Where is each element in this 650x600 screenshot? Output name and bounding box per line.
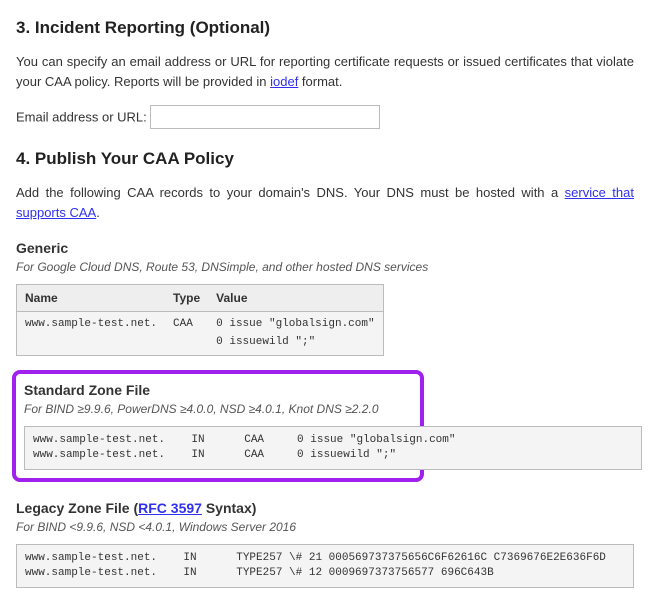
standard-subtitle: For BIND ≥9.9.6, PowerDNS ≥4.0.0, NSD ≥4… — [24, 402, 412, 416]
generic-title: Generic — [16, 240, 634, 256]
generic-col-type: Type — [165, 285, 208, 312]
legacy-title-b: Syntax) — [202, 500, 256, 516]
generic-table: Name Type Value www.sample-test.net. CAA… — [16, 284, 384, 356]
section4-heading: 4. Publish Your CAA Policy — [16, 149, 634, 169]
section3-body: You can specify an email address or URL … — [16, 52, 634, 91]
standard-highlight: Standard Zone File For BIND ≥9.9.6, Powe… — [12, 370, 424, 482]
generic-subtitle: For Google Cloud DNS, Route 53, DNSimple… — [16, 260, 634, 274]
section4-body-a: Add the following CAA records to your do… — [16, 185, 565, 200]
iodef-input[interactable] — [150, 105, 380, 129]
generic-value-line1: 0 issue "globalsign.com" — [216, 318, 374, 330]
rfc-3597-link[interactable]: RFC 3597 — [138, 500, 202, 516]
section3-body-b: format. — [298, 74, 342, 89]
iodef-field-label: Email address or URL: — [16, 110, 147, 125]
iodef-field-row: Email address or URL: — [16, 105, 634, 129]
generic-cell-type: CAA — [165, 312, 208, 356]
legacy-zone-text: www.sample-test.net. IN TYPE257 \# 21 00… — [16, 544, 634, 588]
legacy-title-a: Legacy Zone File ( — [16, 500, 138, 516]
standard-title: Standard Zone File — [24, 382, 412, 398]
section4-body-b: . — [96, 205, 100, 220]
generic-col-name: Name — [17, 285, 166, 312]
legacy-title: Legacy Zone File (RFC 3597 Syntax) — [16, 500, 634, 516]
section3-heading: 3. Incident Reporting (Optional) — [16, 18, 634, 38]
generic-cell-value: 0 issue "globalsign.com" 0 issuewild ";" — [208, 312, 383, 356]
generic-col-value: Value — [208, 285, 383, 312]
generic-header-row: Name Type Value — [17, 285, 384, 312]
generic-data-row: www.sample-test.net. CAA 0 issue "global… — [17, 312, 384, 356]
standard-zone-text: www.sample-test.net. IN CAA 0 issue "glo… — [24, 426, 642, 470]
legacy-subtitle: For BIND <9.9.6, NSD <4.0.1, Windows Ser… — [16, 520, 634, 534]
generic-cell-name: www.sample-test.net. — [17, 312, 166, 356]
iodef-link[interactable]: iodef — [270, 74, 298, 89]
generic-value-line2: 0 issuewild ";" — [216, 336, 315, 348]
section4-body: Add the following CAA records to your do… — [16, 183, 634, 222]
